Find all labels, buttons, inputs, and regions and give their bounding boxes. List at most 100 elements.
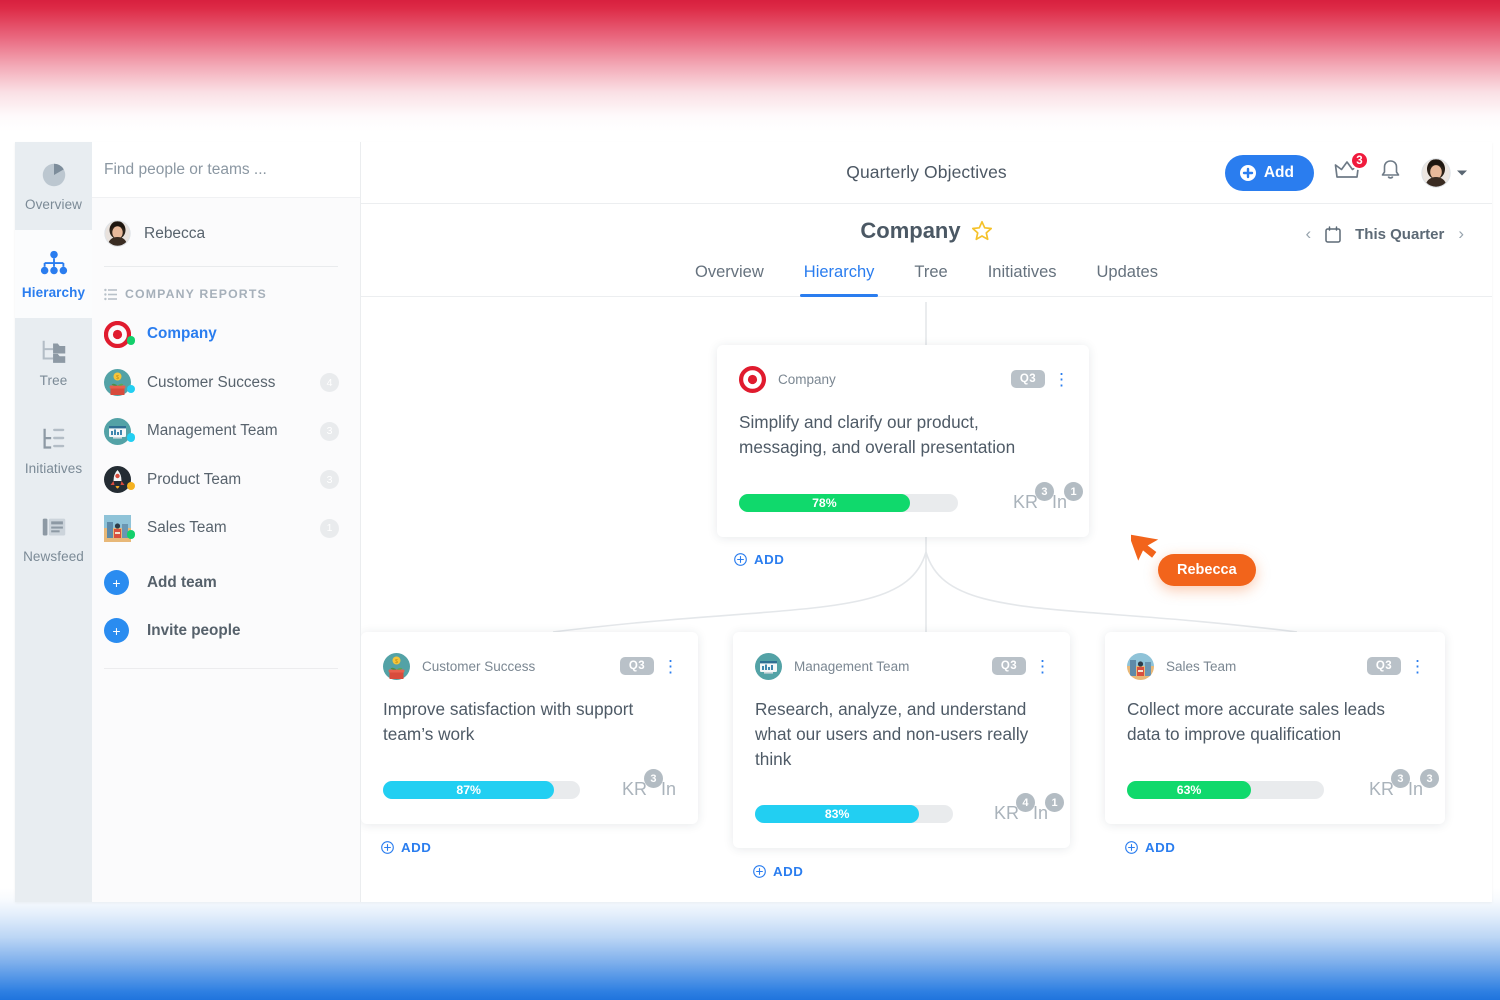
- quarter-label: This Quarter: [1355, 225, 1445, 243]
- initiatives-counter: In 3: [1408, 769, 1439, 800]
- prev-quarter-button[interactable]: ‹: [1305, 224, 1311, 244]
- team-row-company[interactable]: Company: [92, 310, 360, 359]
- tab-initiatives[interactable]: Initiatives: [988, 263, 1057, 296]
- card-quarter-tag: Q3: [1010, 370, 1045, 388]
- invite-people-button[interactable]: + Invite people: [92, 607, 360, 655]
- rail-item-hierarchy[interactable]: Hierarchy: [15, 230, 92, 318]
- team-row-product-team[interactable]: Product Team 3: [92, 456, 360, 505]
- management-team-avatar: [104, 417, 135, 445]
- top-bar-actions: Add 3: [1224, 151, 1468, 191]
- objective-sub-bar: Company ‹ This Quarter › Overview Hierar…: [361, 204, 1492, 297]
- add-child-sales-team[interactable]: ADD: [1125, 840, 1175, 855]
- status-dot: [126, 433, 135, 442]
- kebab-menu-icon[interactable]: ⋮: [1409, 658, 1426, 675]
- add-child-customer-success[interactable]: ADD: [381, 840, 431, 855]
- objective-title: Company: [860, 218, 961, 243]
- current-user-row[interactable]: Rebecca: [92, 198, 360, 247]
- target-icon: [103, 320, 135, 348]
- add-child-management-team[interactable]: ADD: [753, 864, 803, 879]
- team-name: Sales Team: [147, 519, 227, 537]
- target-icon: [739, 365, 766, 393]
- card-counters: KR 3 In: [606, 769, 676, 800]
- star-outline-icon[interactable]: [971, 220, 993, 242]
- kr-label: KR: [621, 779, 647, 799]
- bottom-gradient-bleed: [0, 888, 1500, 1000]
- card-header: $ Customer Success Q3 ⋮: [383, 652, 679, 680]
- card-header: Sales Team Q3 ⋮: [1127, 652, 1426, 680]
- plus-circle-icon: [381, 841, 394, 854]
- kebab-menu-icon[interactable]: ⋮: [1053, 371, 1070, 388]
- rail-item-initiatives[interactable]: Initiatives: [15, 406, 92, 494]
- team-name: Product Team: [147, 470, 242, 488]
- card-footer: 87% KR 3 In: [383, 769, 676, 800]
- crown-button[interactable]: 3: [1334, 151, 1369, 186]
- team-row-management-team[interactable]: Management Team 3: [92, 407, 360, 456]
- panel-divider-bottom: [104, 667, 338, 669]
- card-quarter-tag: Q3: [619, 657, 654, 675]
- card-quarter-tag: Q3: [991, 657, 1026, 675]
- plus-circle-icon: [1125, 841, 1138, 854]
- kebab-menu-icon[interactable]: ⋮: [662, 658, 679, 675]
- initiatives-counter: In 1: [1052, 482, 1083, 513]
- svg-text:$: $: [395, 658, 398, 664]
- remote-cursor: Rebecca: [1128, 527, 1256, 586]
- objective-card-customer-success[interactable]: $ Customer Success Q3 ⋮ Improve satisfac…: [361, 632, 698, 824]
- objective-card-sales-team[interactable]: Sales Team Q3 ⋮ Collect more accurate sa…: [1105, 632, 1445, 824]
- in-count: 1: [1045, 793, 1064, 812]
- rail-item-newsfeed[interactable]: Newsfeed: [15, 494, 92, 582]
- rail-item-overview[interactable]: Overview: [15, 142, 92, 230]
- team-row-sales-team[interactable]: Sales Team 1: [92, 504, 360, 553]
- progress-fill: 63%: [1127, 780, 1252, 799]
- card-title: Improve satisfaction with support team’s…: [383, 699, 634, 744]
- section-header-label: COMPANY REPORTS: [125, 287, 267, 301]
- tree-folder-icon: [42, 340, 65, 363]
- tab-label: Overview: [695, 263, 764, 281]
- initiatives-counter: In: [661, 779, 676, 800]
- tab-tree[interactable]: Tree: [914, 263, 947, 296]
- user-menu[interactable]: [1421, 157, 1468, 188]
- status-dot: [126, 336, 135, 345]
- rail-item-label: Overview: [24, 197, 83, 212]
- card-owner: Company: [778, 371, 836, 387]
- progress-track: 83%: [755, 804, 953, 823]
- card-title: Collect more accurate sales leads data t…: [1127, 699, 1385, 744]
- team-name: Company: [147, 325, 217, 343]
- tab-updates[interactable]: Updates: [1097, 263, 1158, 296]
- card-title: Research, analyze, and understand what o…: [755, 699, 1029, 769]
- tab-hierarchy[interactable]: Hierarchy: [799, 263, 878, 297]
- kebab-menu-icon[interactable]: ⋮: [1034, 658, 1051, 675]
- tab-overview[interactable]: Overview: [695, 263, 764, 296]
- rail-item-tree[interactable]: Tree: [15, 318, 92, 406]
- newspaper-icon: [42, 518, 65, 536]
- team-row-customer-success[interactable]: $ Customer Success 4: [92, 359, 360, 408]
- search-input[interactable]: [104, 160, 340, 179]
- customer-success-avatar: $: [383, 652, 410, 680]
- current-user-name: Rebecca: [144, 224, 206, 242]
- tab-label: Hierarchy: [803, 263, 875, 281]
- plus-icon: +: [104, 570, 129, 595]
- card-footer: 78% KR 3 In 1: [739, 482, 1083, 513]
- notifications-button[interactable]: [1380, 158, 1401, 187]
- tab-label: Initiatives: [987, 263, 1057, 281]
- initiatives-list-icon: [43, 428, 64, 449]
- key-results-counter: KR 4: [993, 793, 1035, 824]
- tab-label: Tree: [914, 263, 948, 281]
- next-quarter-button[interactable]: ›: [1458, 224, 1464, 244]
- key-results-counter: KR 3: [1369, 769, 1410, 800]
- avatar: [104, 220, 131, 247]
- status-dot: [126, 481, 135, 491]
- in-label: In: [660, 779, 676, 799]
- progress-track: 78%: [739, 493, 958, 512]
- add-button[interactable]: Add: [1224, 154, 1314, 191]
- add-button-label: Add: [1263, 163, 1294, 181]
- invite-people-label: Invite people: [147, 621, 241, 639]
- card-counters: KR 3 In 1: [997, 482, 1083, 513]
- add-child-company[interactable]: ADD: [734, 552, 784, 567]
- progress-fill: 78%: [739, 493, 910, 512]
- tab-label: Updates: [1096, 263, 1158, 281]
- status-dot: [126, 384, 135, 394]
- add-team-button[interactable]: + Add team: [92, 559, 360, 607]
- kr-label: KR: [993, 803, 1019, 823]
- objective-card-company[interactable]: Company Q3 ⋮ Simplify and clarify our pr…: [717, 345, 1089, 537]
- objective-card-management-team[interactable]: Management Team Q3 ⋮ Research, analyze, …: [733, 632, 1070, 848]
